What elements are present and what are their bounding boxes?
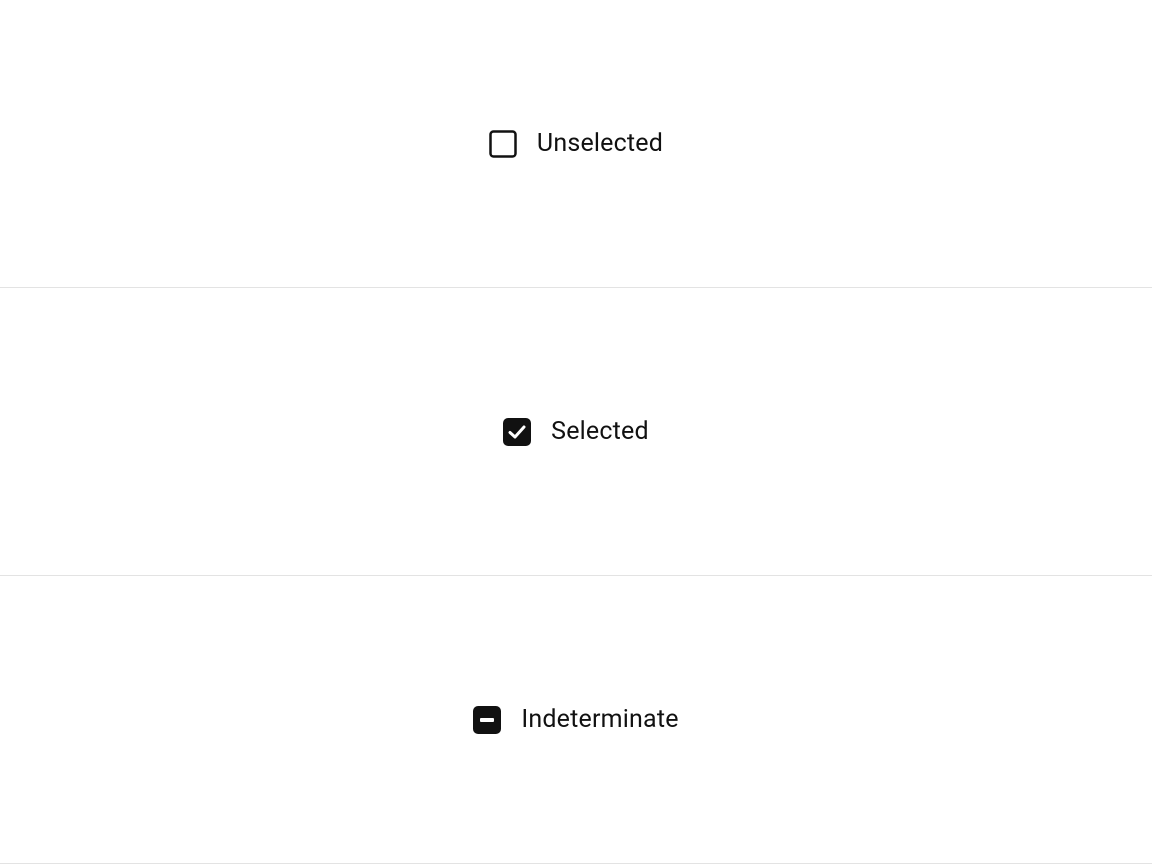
- checkbox-state-row-indeterminate: Indeterminate: [0, 576, 1152, 864]
- checkbox-box-unselected-icon: [489, 130, 517, 158]
- checkbox-state-row-unselected: Unselected: [0, 0, 1152, 288]
- checkbox-label: Indeterminate: [521, 707, 678, 732]
- checkbox-indeterminate[interactable]: Indeterminate: [473, 706, 678, 734]
- checkbox-unselected[interactable]: Unselected: [489, 130, 663, 158]
- checkbox-label: Unselected: [537, 131, 663, 156]
- checkbox-selected[interactable]: Selected: [503, 418, 649, 446]
- checkbox-box-indeterminate-icon: [473, 706, 501, 734]
- checkbox-state-row-selected: Selected: [0, 288, 1152, 576]
- checkbox-box-selected-icon: [503, 418, 531, 446]
- checkbox-label: Selected: [551, 419, 649, 444]
